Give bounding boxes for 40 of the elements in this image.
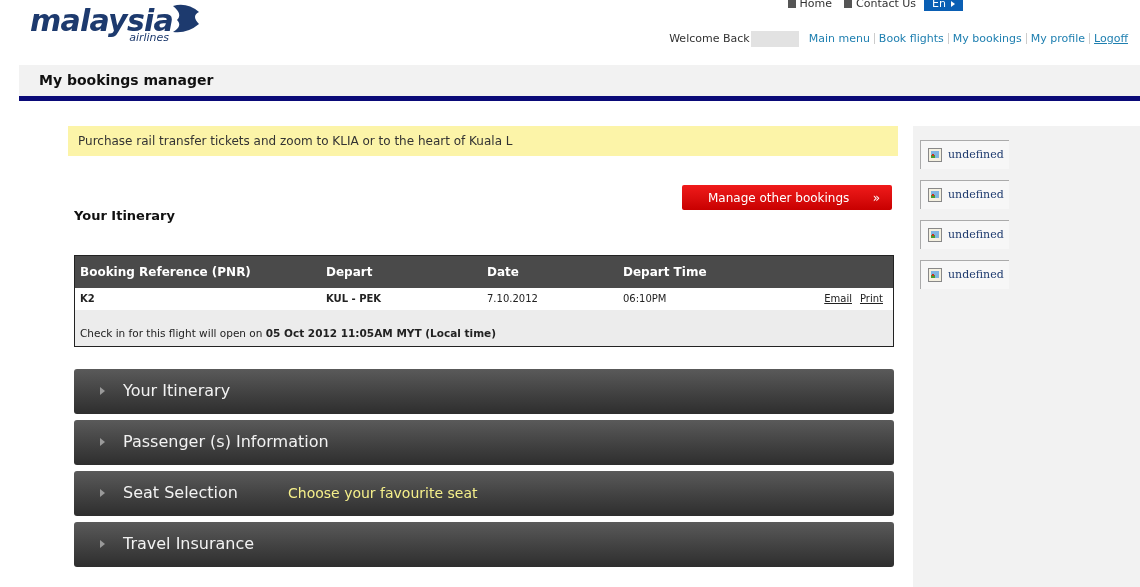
caret-right-icon xyxy=(100,438,105,446)
section-hint: Choose your favourite seat xyxy=(288,483,478,503)
nav-link[interactable]: Book flights xyxy=(878,30,944,47)
broken-image-link[interactable]: undefined xyxy=(920,260,1009,289)
nav-link[interactable]: My profile xyxy=(1030,30,1086,47)
check-in-note: Check in for this flight will open on 05 Oct 2012 11:05AM MYT (Local time) xyxy=(80,325,496,341)
blurred-name xyxy=(750,30,799,47)
caret-right-icon xyxy=(100,489,105,497)
column-header: Booking Reference (PNR) xyxy=(80,263,252,281)
column-header: Date xyxy=(487,263,520,281)
section-header[interactable]: Passenger (s) Information xyxy=(74,419,894,465)
broken-image-icon xyxy=(928,268,942,282)
table-cell-text: 06:10PM xyxy=(623,292,667,306)
arrow-right-icon xyxy=(951,1,955,8)
table-cell-text: 7.10.2012 xyxy=(487,292,539,306)
column-header: Depart xyxy=(326,263,374,281)
action-link[interactable]: Print xyxy=(860,291,883,306)
nav-link[interactable]: Main menu xyxy=(808,30,870,47)
column-header: Depart Time xyxy=(623,263,708,281)
caret-right-icon xyxy=(100,540,105,548)
broken-image-icon xyxy=(928,148,942,162)
nav-link[interactable]: My bookings xyxy=(952,30,1022,47)
promo-banner: Purchase rail transfer tickets and zoom to KLIA or to the heart of Kuala L xyxy=(68,126,898,156)
section-header[interactable]: Travel Insurance xyxy=(74,521,894,567)
broken-image-link[interactable]: undefined xyxy=(920,220,1009,249)
page-title: My bookings manager xyxy=(39,71,214,90)
broken-image-icon xyxy=(928,188,942,202)
manage-bookings-button[interactable]: Manage other bookings » xyxy=(682,185,892,210)
table-cell-text: K2 xyxy=(80,292,96,306)
caret-right-icon xyxy=(100,387,105,395)
table-cell-text: KUL - PEK xyxy=(326,292,383,306)
section-header[interactable]: Seat Selection Choose your favourite seat xyxy=(74,470,894,516)
action-link[interactable]: Email xyxy=(824,291,852,306)
itinerary-heading: Your Itinerary xyxy=(74,207,176,225)
welcome-text: Welcome Back xyxy=(669,30,750,47)
broken-image-icon xyxy=(928,228,942,242)
broken-image-link[interactable]: undefined xyxy=(920,140,1009,169)
section-header[interactable]: Your Itinerary xyxy=(74,368,894,414)
broken-image-link[interactable]: undefined xyxy=(920,180,1009,209)
nav-link[interactable]: Logoff xyxy=(1094,30,1128,47)
